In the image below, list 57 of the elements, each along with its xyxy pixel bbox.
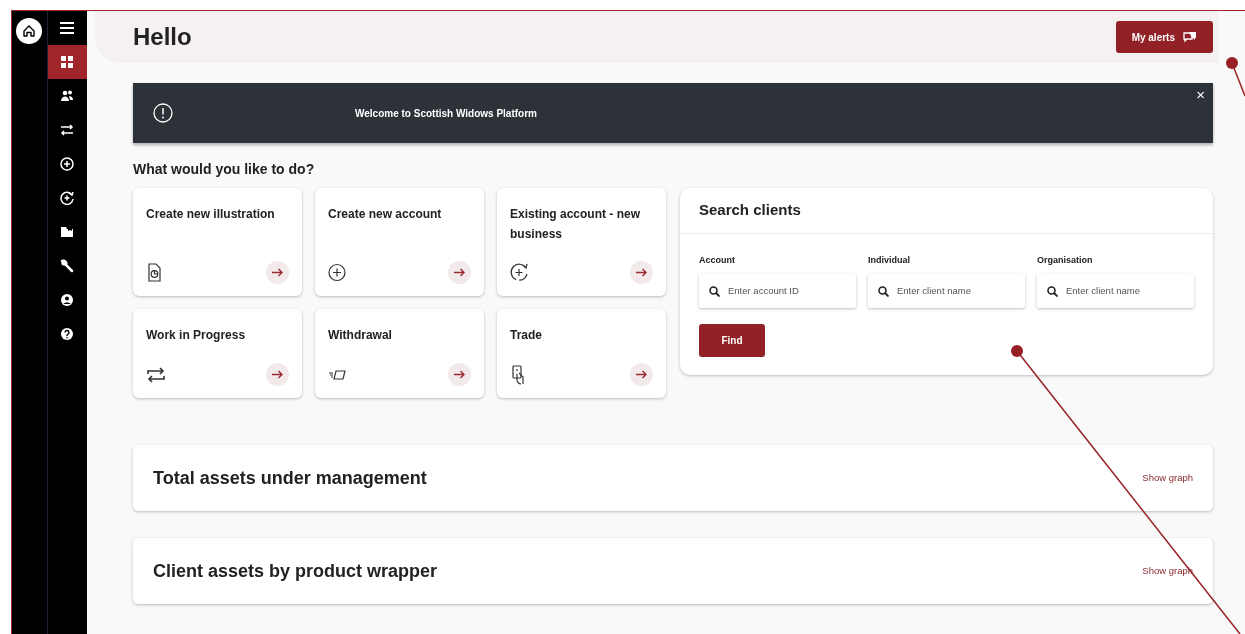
show-graph-link[interactable]: Show graph — [1142, 470, 1193, 486]
dashboard-icon — [60, 55, 75, 69]
chat-icon — [1183, 30, 1197, 44]
arrow-right-icon — [454, 370, 465, 379]
wrench-icon — [60, 259, 75, 273]
action-card[interactable]: Existing account - new business — [497, 188, 666, 296]
info-icon — [153, 103, 173, 123]
transfer-icon — [60, 123, 75, 137]
card-title: Create new account — [328, 206, 443, 223]
refresh-plus-icon — [510, 262, 530, 283]
banner-text: Welcome to Scottish Widows Platform — [355, 106, 537, 121]
action-card[interactable]: Work in Progress — [133, 309, 302, 398]
arrow-button[interactable] — [448, 261, 471, 284]
card-title: Search clients — [699, 200, 801, 221]
field-label: Account — [699, 254, 736, 267]
field-label: Organisation — [1037, 254, 1094, 267]
field-label: Individual — [868, 254, 911, 267]
arrow-right-icon — [636, 268, 647, 277]
leader-line — [1226, 57, 1245, 97]
action-card[interactable]: Withdrawal — [315, 309, 484, 398]
arrow-button[interactable] — [266, 363, 289, 386]
action-card[interactable]: Create new account — [315, 188, 484, 296]
card-title: Create new illustration — [146, 206, 276, 223]
arrow-right-icon — [636, 370, 647, 379]
action-card[interactable]: Create new illustration — [133, 188, 302, 296]
arrow-button[interactable] — [448, 363, 471, 386]
arrow-right-icon — [454, 268, 465, 277]
people-icon — [60, 89, 75, 103]
plus-circle-icon — [60, 157, 75, 171]
user-icon — [60, 293, 75, 307]
arrow-right-icon — [272, 268, 283, 277]
home-icon[interactable] — [16, 18, 43, 44]
arrow-right-icon — [272, 370, 283, 379]
arrow-button[interactable] — [266, 261, 289, 284]
search-field[interactable]: Enter client name — [868, 273, 1025, 308]
arrow-button[interactable] — [630, 261, 653, 284]
card-title: Work in Progress — [146, 327, 247, 344]
section-heading: What would you like to do? — [133, 160, 316, 179]
plus-circle-icon — [328, 262, 348, 283]
search-field[interactable]: Enter account ID — [699, 273, 856, 308]
folder-icon — [60, 225, 75, 239]
search-field[interactable]: Enter client name — [1037, 273, 1194, 308]
repeat-icon — [146, 364, 166, 385]
find-button[interactable]: Find — [699, 323, 765, 357]
panel-title: Total assets under management — [153, 466, 427, 490]
refresh-plus-icon — [60, 191, 75, 205]
close-button[interactable]: × — [1194, 87, 1207, 102]
card-title: Trade — [510, 327, 543, 344]
arrow-button[interactable] — [630, 363, 653, 386]
nav-item[interactable] — [47, 45, 87, 79]
card-title: Existing account - new business — [510, 206, 642, 243]
panel-title: Client assets by product wrapper — [153, 559, 438, 583]
action-card[interactable]: Trade — [497, 309, 666, 398]
alerts-button[interactable]: My alerts — [1115, 21, 1213, 53]
help-icon — [60, 327, 75, 341]
page-title: Hello — [133, 22, 192, 52]
card-title: Withdrawal — [328, 327, 393, 344]
